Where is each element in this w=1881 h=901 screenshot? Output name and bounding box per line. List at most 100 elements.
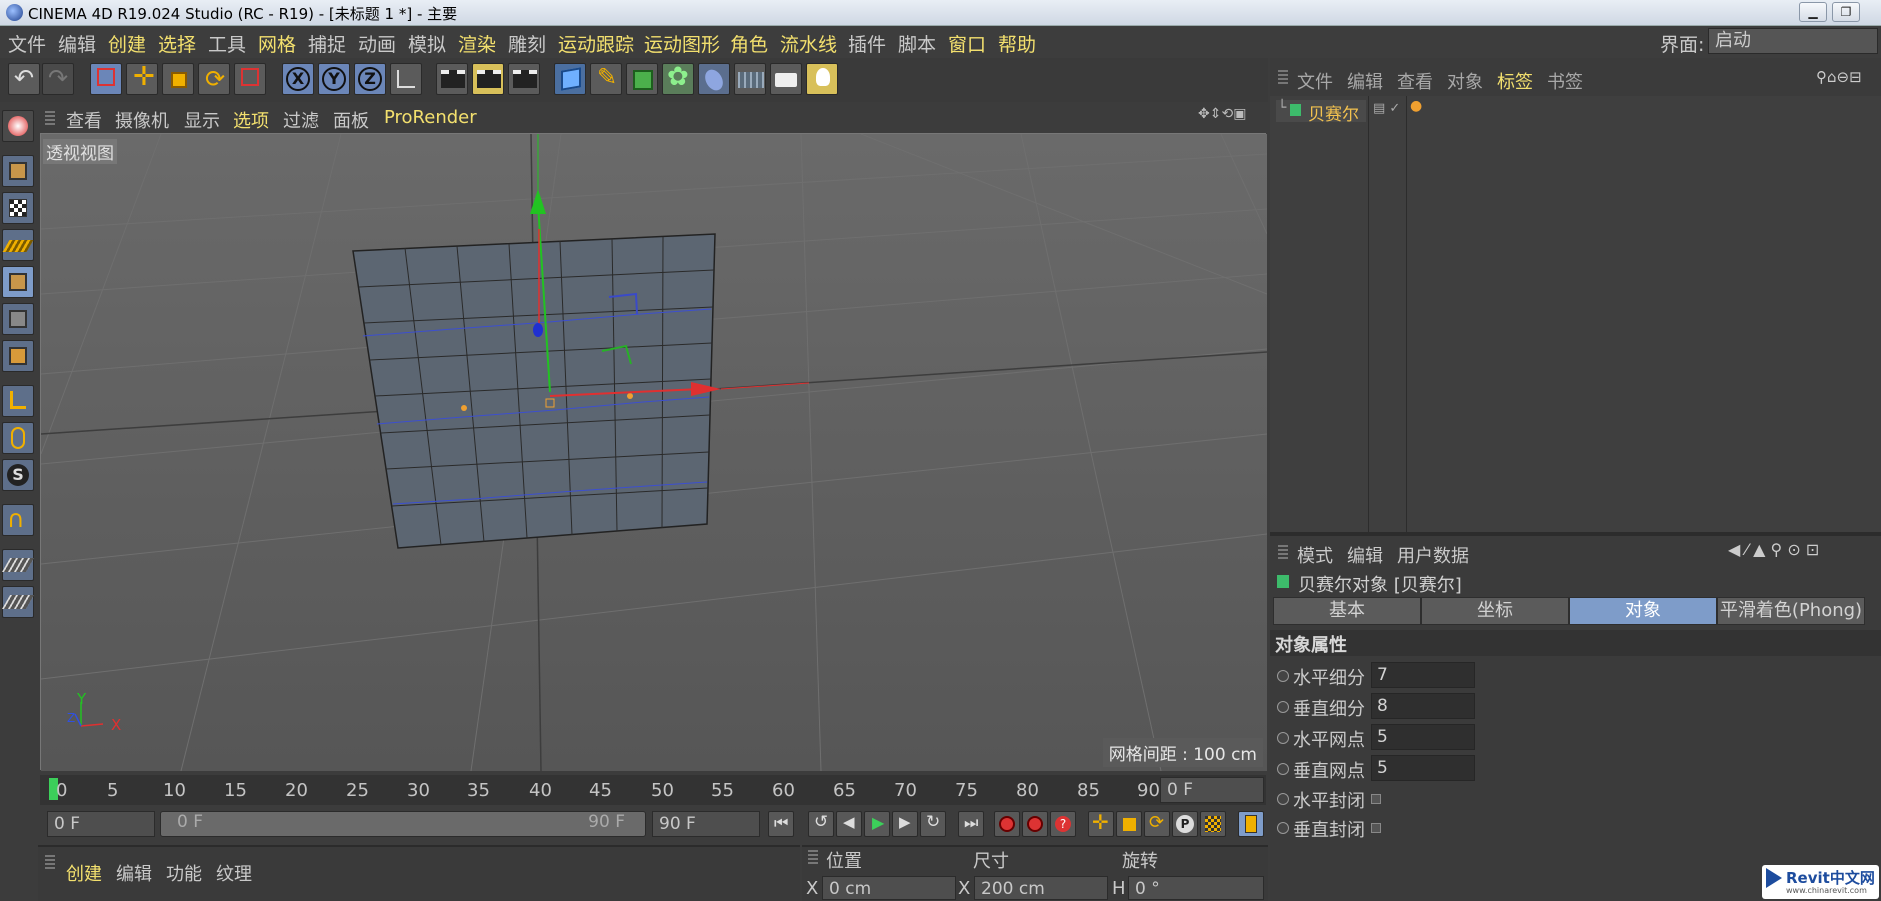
attr-menu-user-data[interactable]: 用户数据 xyxy=(1397,542,1469,568)
workplane-mode-button[interactable] xyxy=(2,229,34,261)
start-frame-field[interactable]: 0 F xyxy=(47,811,155,837)
h-subdivision-field[interactable]: 7 xyxy=(1371,662,1475,688)
floor-object-button[interactable] xyxy=(734,63,766,95)
menu-tools[interactable]: 工具 xyxy=(208,30,246,57)
object-menu-file[interactable]: 文件 xyxy=(1297,68,1333,94)
goto-start-button[interactable]: ⏮ xyxy=(768,811,794,837)
material-menu-function[interactable]: 功能 xyxy=(166,860,202,886)
prop-radio[interactable] xyxy=(1277,793,1289,805)
prop-radio[interactable] xyxy=(1277,732,1289,744)
object-menu-objects[interactable]: 对象 xyxy=(1447,68,1483,94)
size-x-field[interactable]: 200 cm xyxy=(974,876,1108,900)
object-row-bezier[interactable]: └ 贝赛尔 xyxy=(1276,100,1366,125)
key-pla-button[interactable] xyxy=(1200,811,1226,837)
coordinate-system-button[interactable] xyxy=(390,63,422,95)
prop-radio[interactable] xyxy=(1277,670,1289,682)
undo-button[interactable]: ↶ xyxy=(8,63,40,95)
menu-snap[interactable]: 捕捉 xyxy=(308,30,346,57)
light-object-button[interactable] xyxy=(806,63,838,95)
tweak-mode-button[interactable] xyxy=(2,422,34,454)
menu-motion-tracking[interactable]: 运动跟踪 xyxy=(558,30,634,57)
h-grid-points-field[interactable]: 5 xyxy=(1371,724,1475,750)
make-editable-button[interactable] xyxy=(2,110,34,142)
menu-window[interactable]: 窗口 xyxy=(948,30,986,57)
scale-tool-button[interactable] xyxy=(162,63,194,95)
auto-key-button[interactable] xyxy=(1022,811,1048,837)
position-x-field[interactable]: 0 cm xyxy=(822,876,956,900)
next-frame-button[interactable]: ▶ xyxy=(892,811,918,837)
menu-simulate[interactable]: 模拟 xyxy=(408,30,446,57)
render-settings-button[interactable] xyxy=(508,63,540,95)
object-manager-grip[interactable] xyxy=(1278,70,1288,84)
restore-button[interactable]: ❐ xyxy=(1832,2,1860,22)
v-grid-points-field[interactable]: 5 xyxy=(1371,755,1475,781)
v-close-checkbox[interactable] xyxy=(1371,823,1381,833)
axis-mode-button[interactable] xyxy=(2,385,34,417)
viewport-menu-filter[interactable]: 过滤 xyxy=(283,107,319,133)
object-manager-nav-icons[interactable]: ⚲⌂⊖⊟ xyxy=(1816,68,1862,86)
key-rotation-button[interactable]: ⟳ xyxy=(1144,811,1170,837)
menu-help[interactable]: 帮助 xyxy=(998,30,1036,57)
prop-radio[interactable] xyxy=(1277,822,1289,834)
array-cloner-button[interactable]: ✿ xyxy=(662,62,694,95)
menu-script[interactable]: 脚本 xyxy=(898,30,936,57)
key-scale-button[interactable] xyxy=(1116,811,1142,837)
snap-button[interactable]: S xyxy=(2,459,34,491)
preview-range-slider[interactable]: 0 F 90 F xyxy=(160,811,646,837)
menu-animate[interactable]: 动画 xyxy=(358,30,396,57)
prev-key-button[interactable]: ↺ xyxy=(808,811,834,837)
current-frame-field[interactable]: 0 F xyxy=(1160,777,1264,803)
render-view-button[interactable] xyxy=(436,63,468,95)
attribute-manager-grip[interactable] xyxy=(1278,545,1288,559)
rotation-h-field[interactable]: 0 ° xyxy=(1128,876,1264,900)
menu-mesh[interactable]: 网格 xyxy=(258,30,296,57)
v-subdivision-field[interactable]: 8 xyxy=(1371,693,1475,719)
menu-sculpt[interactable]: 雕刻 xyxy=(508,30,546,57)
z-axis-lock-button[interactable]: Z xyxy=(354,63,386,95)
h-close-checkbox[interactable] xyxy=(1371,794,1381,804)
timeline-window-button[interactable] xyxy=(1238,811,1264,837)
cube-object-button[interactable] xyxy=(554,63,586,95)
tab-object[interactable]: 对象 xyxy=(1569,597,1717,625)
render-picture-viewer-button[interactable] xyxy=(472,63,504,95)
texture-mode-button[interactable] xyxy=(2,192,34,224)
deformer-button[interactable] xyxy=(698,63,730,95)
live-selection-button[interactable] xyxy=(90,63,122,95)
viewport-menu-options[interactable]: 选项 xyxy=(233,107,269,133)
viewport-menu-cameras[interactable]: 摄像机 xyxy=(115,107,169,133)
move-tool-button[interactable]: ✛ xyxy=(126,62,158,95)
object-menu-tags[interactable]: 标签 xyxy=(1497,68,1533,94)
viewport-menu-display[interactable]: 显示 xyxy=(184,107,220,133)
viewport-navigation-icons[interactable]: ✥⇕⟲▣ xyxy=(1198,106,1246,122)
object-menu-bookmarks[interactable]: 书签 xyxy=(1547,68,1583,94)
material-menu-create[interactable]: 创建 xyxy=(66,860,102,886)
subdivision-surface-button[interactable] xyxy=(626,63,658,95)
menu-edit[interactable]: 编辑 xyxy=(58,30,96,57)
attr-menu-mode[interactable]: 模式 xyxy=(1297,542,1333,568)
camera-object-button[interactable] xyxy=(770,63,802,95)
viewport-menu-panel[interactable]: 面板 xyxy=(333,107,369,133)
record-keys-button[interactable] xyxy=(994,811,1020,837)
recent-tools-button[interactable] xyxy=(234,63,266,95)
redo-button[interactable]: ↷ xyxy=(42,63,74,95)
material-menu-texture[interactable]: 纹理 xyxy=(216,860,252,886)
workplane-align-button[interactable] xyxy=(1,586,35,618)
menu-pipeline[interactable]: 流水线 xyxy=(780,30,837,57)
minimize-button[interactable]: ▁ xyxy=(1799,2,1827,22)
key-position-button[interactable]: ✛ xyxy=(1088,810,1114,837)
y-axis-lock-button[interactable]: Y xyxy=(318,63,350,95)
gizmo-z-handle[interactable] xyxy=(533,323,543,337)
object-menu-view[interactable]: 查看 xyxy=(1397,68,1433,94)
menu-character[interactable]: 角色 xyxy=(730,30,768,57)
goto-end-button[interactable]: ⏭ xyxy=(958,811,984,837)
pen-spline-button[interactable]: ✎ xyxy=(590,63,622,95)
perspective-viewport[interactable]: Y X Z 透视视图 网格间距 : 100 cm xyxy=(40,133,1267,771)
visibility-toggle-icons[interactable]: ▤ ✓ xyxy=(1373,101,1400,116)
prev-frame-button[interactable]: ◀ xyxy=(836,811,862,837)
keyframe-selection-button[interactable]: ? xyxy=(1050,811,1076,837)
attribute-nav-icons[interactable]: ◀ ⁄ ▲ ⚲ ⊙ ⊡ xyxy=(1728,540,1819,559)
magnet-tool-button[interactable]: ∩ xyxy=(2,504,34,536)
prop-radio[interactable] xyxy=(1277,763,1289,775)
menu-render[interactable]: 渲染 xyxy=(458,30,496,57)
next-key-button[interactable]: ↻ xyxy=(920,811,946,837)
